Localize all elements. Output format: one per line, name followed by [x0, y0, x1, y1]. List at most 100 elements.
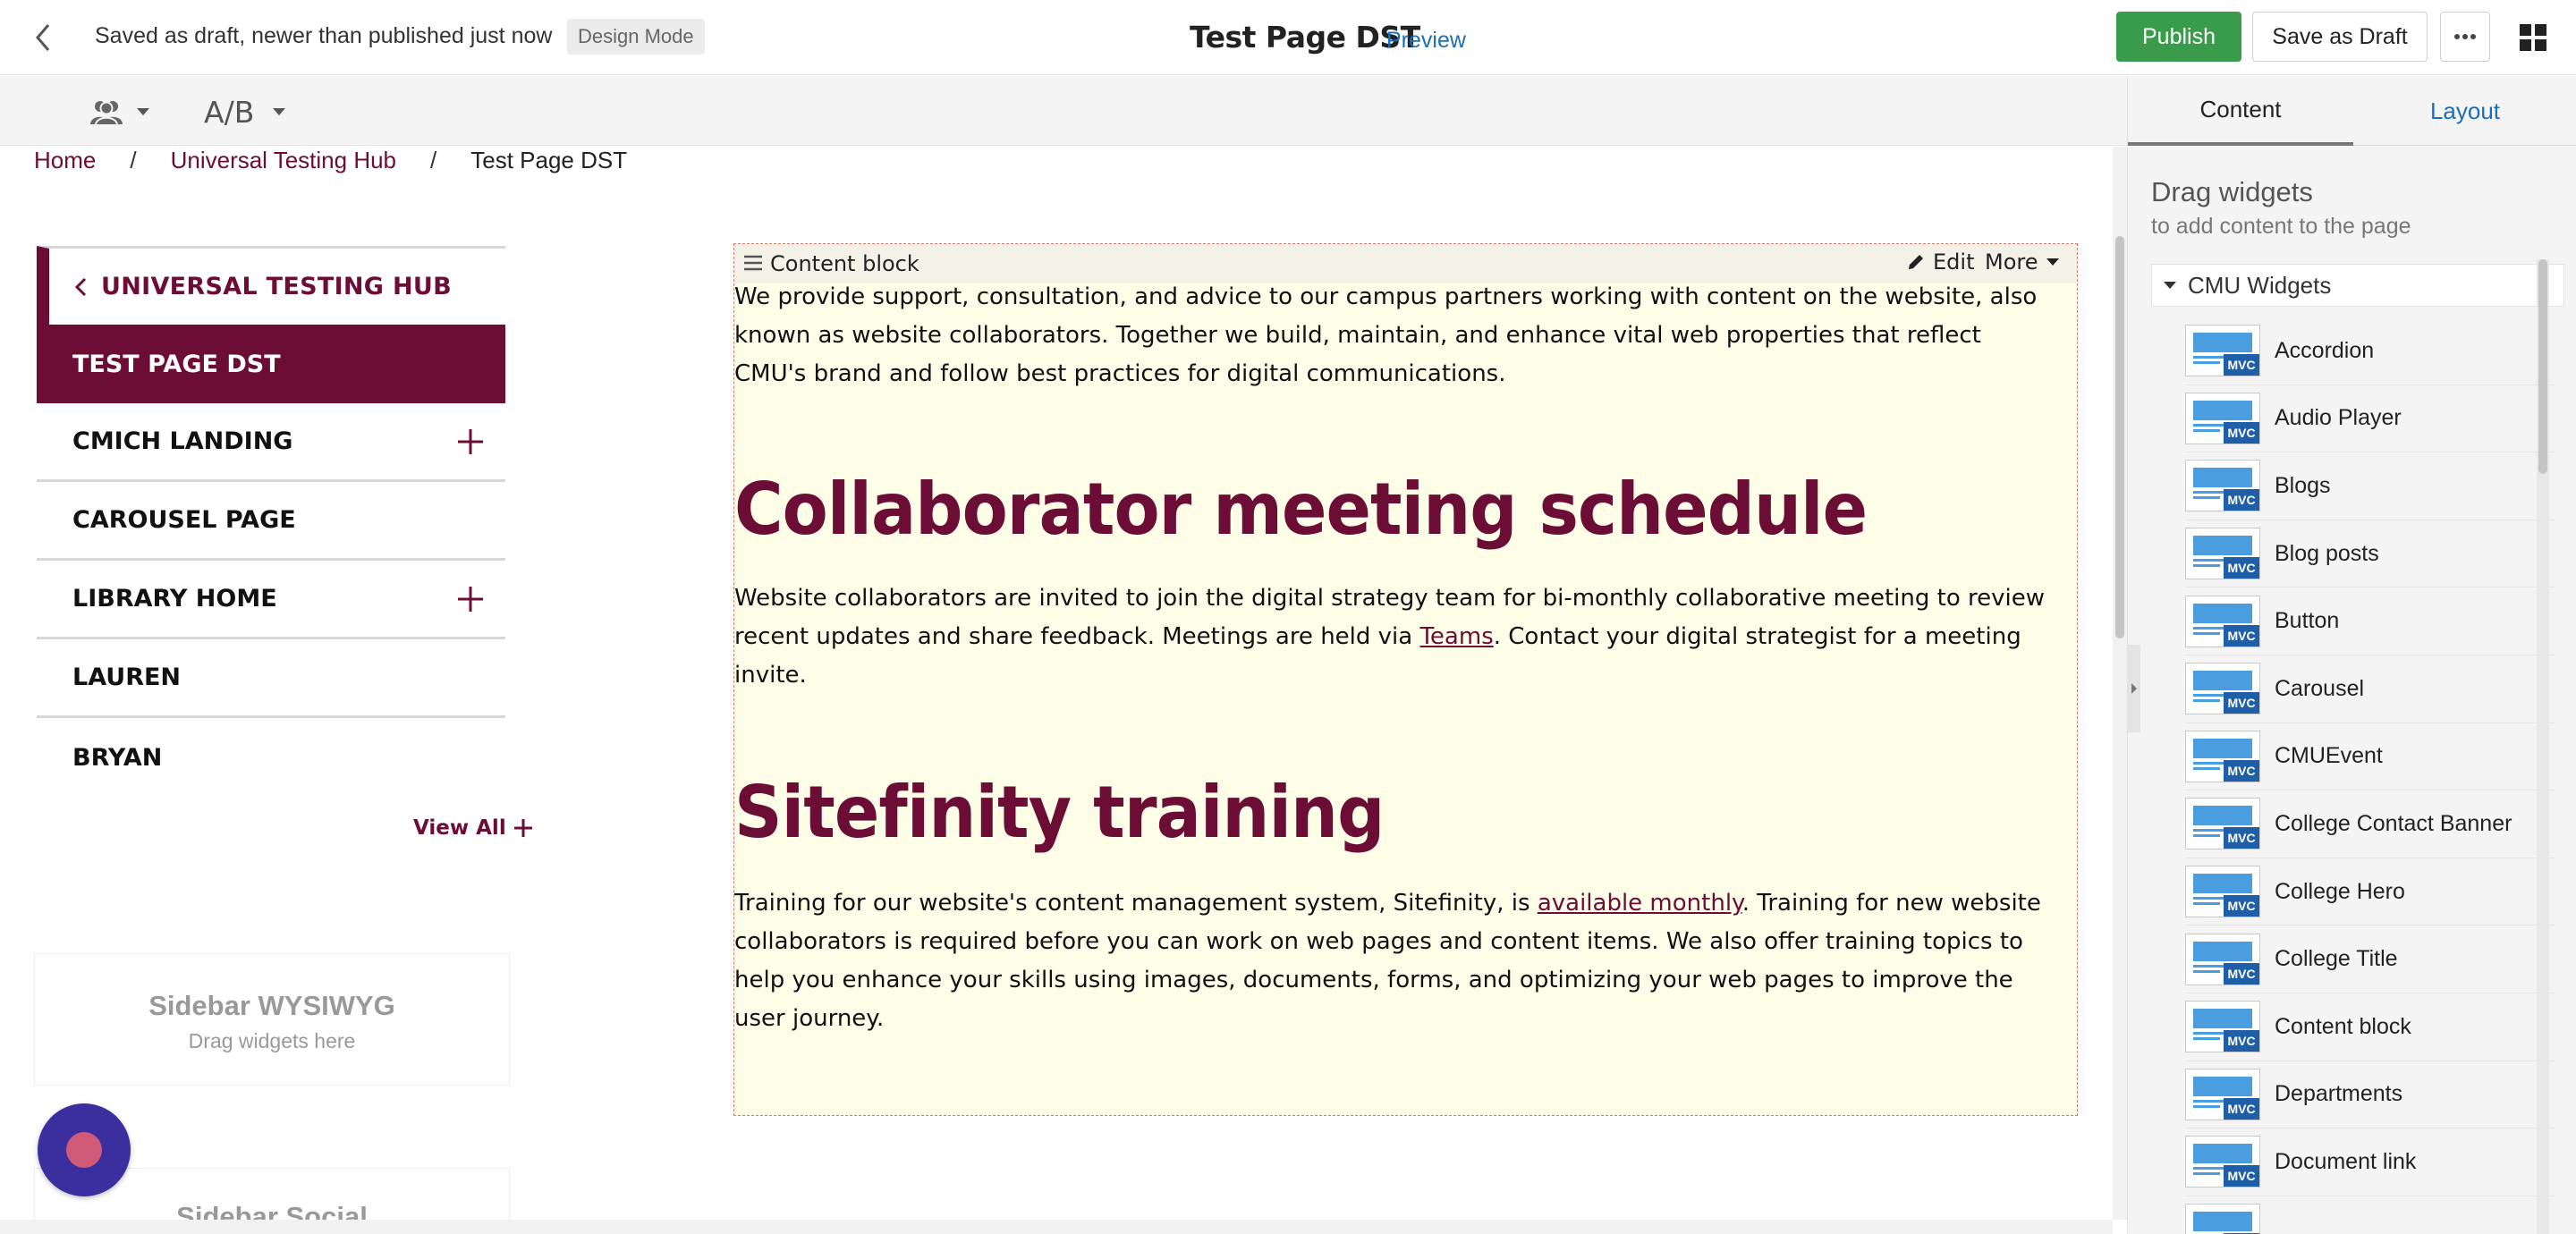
mvc-badge: MVC	[2224, 624, 2259, 647]
breadcrumb-current: Test Page DST	[470, 147, 628, 173]
widget-item[interactable]: MVC Content block	[2185, 993, 2555, 1061]
mvc-widget-icon: MVC	[2185, 392, 2260, 444]
panel-title: Drag widgets	[2151, 176, 2313, 207]
drag-handle-icon[interactable]	[743, 255, 763, 271]
mvc-badge: MVC	[2224, 827, 2259, 849]
training-paragraph: Training for our website's content manag…	[734, 884, 2058, 1038]
breadcrumb-home[interactable]: Home	[34, 147, 96, 174]
widget-item[interactable]: MVC Button	[2185, 587, 2555, 655]
nav-item[interactable]: LAUREN	[37, 639, 505, 718]
widget-label: Departments	[2275, 1081, 2403, 1107]
mvc-badge: MVC	[2224, 354, 2259, 376]
available-monthly-link[interactable]: available monthly	[1538, 890, 1742, 917]
content-block-widget[interactable]: Content block Edit More We provide suppo…	[733, 243, 2078, 1116]
nav-item-label: BRYAN	[72, 743, 163, 772]
scrollbar-thumb[interactable]	[2115, 236, 2124, 638]
nav-item[interactable]: LIBRARY HOME	[37, 561, 505, 639]
nav-item-active[interactable]: TEST PAGE DST	[37, 325, 505, 403]
grid-icon	[2520, 24, 2546, 51]
sidebar-navigation: UNIVERSAL TESTING HUB TEST PAGE DST CMIC…	[37, 246, 505, 797]
mvc-widget-icon: MVC	[2185, 528, 2260, 580]
scrollbar-thumb[interactable]	[2538, 259, 2547, 474]
more-label: More	[1985, 249, 2038, 275]
mvc-widget-icon: MVC	[2185, 1136, 2260, 1188]
plus-icon	[513, 819, 532, 837]
mvc-widget-icon: MVC	[2185, 1068, 2260, 1120]
plus-icon[interactable]	[457, 428, 484, 455]
canvas-vertical-scrollbar[interactable]	[2113, 147, 2127, 1220]
teams-link[interactable]: Teams	[1419, 623, 1493, 650]
tab-layout[interactable]: Layout	[2353, 76, 2576, 146]
widget-item[interactable]: MVC College Contact Banner	[2185, 790, 2555, 858]
view-all-label: View All	[413, 816, 506, 840]
widget-item[interactable]: MVC Blog posts	[2185, 520, 2555, 588]
caret-down-icon	[2046, 258, 2059, 266]
widget-item[interactable]: MVC Document link	[2185, 1128, 2555, 1196]
caret-right-icon	[2131, 683, 2137, 694]
widget-item[interactable]: MVC Departments	[2185, 1061, 2555, 1129]
dropzone-title: Sidebar Social	[176, 1201, 368, 1220]
pencil-icon	[1909, 255, 1923, 269]
widget-item[interactable]: MVC College Hero	[2185, 858, 2555, 926]
widget-item[interactable]: MVC Blogs	[2185, 452, 2555, 520]
widget-item[interactable]: MVC Audio Player	[2185, 385, 2555, 453]
more-widget-menu[interactable]: More	[1985, 249, 2060, 275]
apps-grid-button[interactable]	[2515, 20, 2551, 55]
ab-test-dropdown[interactable]: A/B	[204, 94, 286, 130]
page-canvas: Home / Universal Testing Hub / Test Page…	[0, 147, 2113, 1220]
page-title: Test Page DST	[1190, 20, 1420, 55]
widget-label: Button	[2275, 608, 2340, 634]
persona-dropdown[interactable]	[89, 96, 150, 128]
widget-item[interactable]: MVC CMUEvent	[2185, 723, 2555, 791]
save-status: Saved as draft, newer than published jus…	[95, 23, 553, 48]
nav-item-label: LIBRARY HOME	[72, 585, 277, 613]
preview-link[interactable]: Preview	[1386, 28, 1466, 54]
panel-subtitle: to add content to the page	[2151, 214, 2411, 239]
tab-content[interactable]: Content	[2128, 76, 2353, 146]
mvc-badge: MVC	[2224, 692, 2259, 714]
panel-scrollbar[interactable]	[2537, 259, 2549, 1234]
widget-label: CMUEvent	[2275, 743, 2383, 769]
nav-item[interactable]: CMICH LANDING	[37, 403, 505, 482]
view-all-link[interactable]: View All	[413, 816, 533, 840]
back-button[interactable]	[25, 20, 61, 55]
widget-label: Blog posts	[2275, 540, 2379, 566]
panel-tabs: Content Layout	[2128, 76, 2576, 146]
mvc-badge: MVC	[2224, 421, 2259, 444]
mvc-badge: MVC	[2224, 895, 2259, 917]
publish-button[interactable]: Publish	[2116, 12, 2241, 62]
widget-item[interactable]: MVC Accordion	[2185, 317, 2555, 385]
nav-parent-link[interactable]: UNIVERSAL TESTING HUB	[37, 246, 505, 325]
content-block-title: Content block	[770, 251, 919, 276]
chevron-left-icon	[36, 24, 50, 51]
mvc-badge: MVC	[2224, 557, 2259, 579]
sidebar-wysiwyg-dropzone[interactable]: Sidebar WYSIWYG Drag widgets here	[34, 953, 510, 1086]
editor-toolbar: A/B	[0, 76, 2127, 146]
nav-item[interactable]: BRYAN	[37, 718, 505, 797]
chat-widget-button[interactable]	[38, 1103, 131, 1196]
widget-item[interactable]: MVC	[2185, 1196, 2555, 1234]
mvc-widget-icon: MVC	[2185, 325, 2260, 377]
breadcrumb-parent[interactable]: Universal Testing Hub	[171, 147, 396, 174]
edit-widget-button[interactable]: Edit	[1906, 249, 1974, 275]
plus-icon[interactable]	[457, 586, 484, 613]
widget-item[interactable]: MVC Carousel	[2185, 655, 2555, 723]
canvas-horizontal-scrollbar[interactable]	[0, 1220, 2113, 1234]
mvc-widget-icon: MVC	[2185, 933, 2260, 985]
widget-group-label: CMU Widgets	[2188, 271, 2332, 299]
widget-label: College Hero	[2275, 878, 2405, 904]
breadcrumb: Home / Universal Testing Hub / Test Page…	[34, 147, 627, 174]
widget-group-toggle[interactable]: CMU Widgets	[2151, 264, 2564, 307]
mvc-widget-icon: MVC	[2185, 1001, 2260, 1053]
panel-collapse-handle[interactable]	[2128, 645, 2140, 732]
mvc-widget-icon: MVC	[2185, 1204, 2260, 1234]
breadcrumb-separator: /	[130, 147, 137, 173]
ab-test-label: A/B	[204, 94, 255, 130]
save-as-draft-button[interactable]: Save as Draft	[2252, 12, 2428, 62]
design-mode-badge: Design Mode	[567, 19, 705, 55]
caret-down-icon	[137, 108, 149, 115]
widget-label: Carousel	[2275, 675, 2365, 701]
more-actions-button[interactable]	[2440, 12, 2490, 62]
widget-item[interactable]: MVC College Title	[2185, 926, 2555, 993]
nav-item[interactable]: CAROUSEL PAGE	[37, 482, 505, 561]
